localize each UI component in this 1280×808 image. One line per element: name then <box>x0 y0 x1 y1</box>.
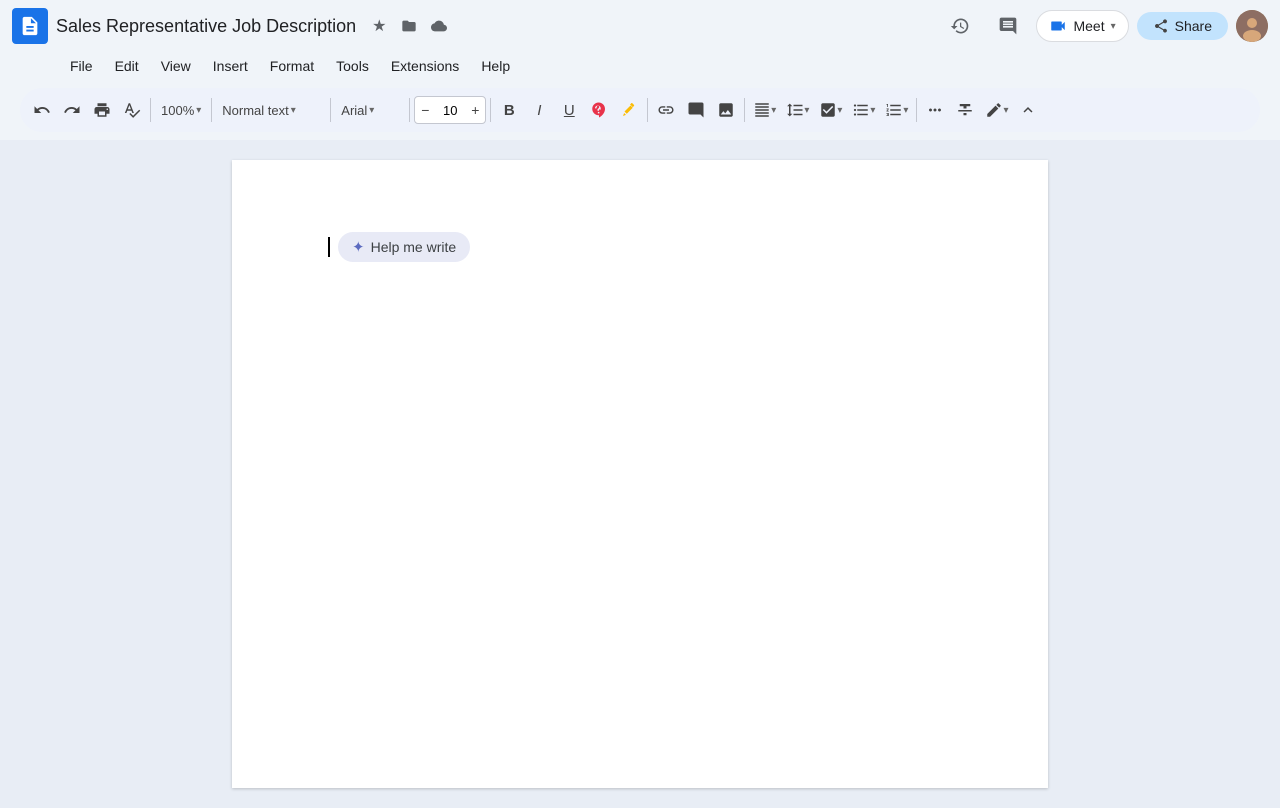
comments-icon[interactable] <box>988 6 1028 46</box>
numberedlist-chevron-icon: ▾ <box>903 105 908 116</box>
folder-icon[interactable] <box>397 14 421 38</box>
font-size-decrease[interactable]: − <box>415 96 435 124</box>
user-avatar[interactable] <box>1236 10 1268 42</box>
font-size-box: − 10 + <box>414 96 486 124</box>
menu-file[interactable]: File <box>60 56 103 76</box>
divider-1 <box>150 98 151 122</box>
underline-button[interactable]: U <box>555 94 583 126</box>
title-bar: Sales Representative Job Description ★ M… <box>0 0 1280 52</box>
zoom-value: 100% <box>161 103 194 118</box>
app-icon[interactable] <box>12 8 48 44</box>
text-color-button[interactable] <box>585 94 613 126</box>
pencil-sparkle-icon: ✦ <box>352 238 365 256</box>
share-label: Share <box>1175 18 1212 34</box>
doc-page[interactable]: ✦ Help me write <box>232 160 1048 788</box>
link-button[interactable] <box>652 94 680 126</box>
checklist-button[interactable]: ▾ <box>815 94 846 126</box>
meet-chevron-icon: ▾ <box>1111 21 1116 32</box>
zoom-selector[interactable]: 100% ▾ <box>155 94 207 126</box>
star-icon[interactable]: ★ <box>368 12 390 40</box>
divider-7 <box>744 98 745 122</box>
text-style-selector[interactable]: Normal text ▾ <box>216 94 326 126</box>
divider-3 <box>330 98 331 122</box>
cloud-icon[interactable] <box>427 14 451 38</box>
divider-2 <box>211 98 212 122</box>
undo-button[interactable] <box>28 94 56 126</box>
font-chevron-icon: ▾ <box>369 105 374 116</box>
doc-title: Sales Representative Job Description <box>56 16 356 37</box>
divider-4 <box>409 98 410 122</box>
print-button[interactable] <box>88 94 116 126</box>
menu-format[interactable]: Format <box>260 56 324 76</box>
editing-mode-button[interactable]: ▾ <box>981 94 1012 126</box>
share-button[interactable]: Share <box>1137 12 1228 40</box>
highlight-button[interactable] <box>615 94 643 126</box>
spellcheck-button[interactable] <box>118 94 146 126</box>
title-icons: ★ <box>368 12 450 40</box>
font-size-increase[interactable]: + <box>465 96 485 124</box>
text-style-value: Normal text <box>222 103 288 118</box>
comment-button[interactable] <box>682 94 710 126</box>
top-right-actions: Meet ▾ Share <box>940 6 1268 46</box>
divider-6 <box>647 98 648 122</box>
menu-view[interactable]: View <box>151 56 201 76</box>
editingmode-chevron-icon: ▾ <box>1003 105 1008 116</box>
font-value: Arial <box>341 103 367 118</box>
strikethrough-button[interactable] <box>951 94 979 126</box>
bold-button[interactable]: B <box>495 94 523 126</box>
alignment-button[interactable]: ▾ <box>749 94 780 126</box>
menu-help[interactable]: Help <box>471 56 520 76</box>
toolbar: 100% ▾ Normal text ▾ Arial ▾ − 10 + B I … <box>20 88 1260 132</box>
checklist-chevron-icon: ▾ <box>837 105 842 116</box>
italic-button[interactable]: I <box>525 94 553 126</box>
help-me-write-button[interactable]: ✦ Help me write <box>338 232 470 262</box>
linespacing-chevron-icon: ▾ <box>804 105 809 116</box>
text-style-chevron-icon: ▾ <box>291 105 296 116</box>
menu-edit[interactable]: Edit <box>105 56 149 76</box>
font-size-input[interactable]: 10 <box>435 103 465 118</box>
image-button[interactable] <box>712 94 740 126</box>
bulletlist-chevron-icon: ▾ <box>870 105 875 116</box>
menu-tools[interactable]: Tools <box>326 56 379 76</box>
document-area: ✦ Help me write <box>0 140 1280 808</box>
menu-insert[interactable]: Insert <box>203 56 258 76</box>
history-icon[interactable] <box>940 6 980 46</box>
help-me-write-label: Help me write <box>371 239 457 255</box>
meet-button[interactable]: Meet ▾ <box>1036 10 1128 42</box>
text-cursor <box>328 237 330 256</box>
align-chevron-icon: ▾ <box>771 105 776 116</box>
doc-content: ✦ Help me write <box>328 232 952 262</box>
more-options-button[interactable] <box>921 94 949 126</box>
divider-8 <box>916 98 917 122</box>
font-selector[interactable]: Arial ▾ <box>335 94 405 126</box>
numberedlist-button[interactable]: ▾ <box>881 94 912 126</box>
divider-5 <box>490 98 491 122</box>
menu-bar: File Edit View Insert Format Tools Exten… <box>0 52 1280 80</box>
zoom-chevron-icon: ▾ <box>196 105 201 116</box>
menu-extensions[interactable]: Extensions <box>381 56 469 76</box>
meet-label: Meet <box>1073 18 1104 34</box>
collapse-toolbar-button[interactable] <box>1014 94 1042 126</box>
redo-button[interactable] <box>58 94 86 126</box>
linespacing-button[interactable]: ▾ <box>782 94 813 126</box>
bulletlist-button[interactable]: ▾ <box>848 94 879 126</box>
